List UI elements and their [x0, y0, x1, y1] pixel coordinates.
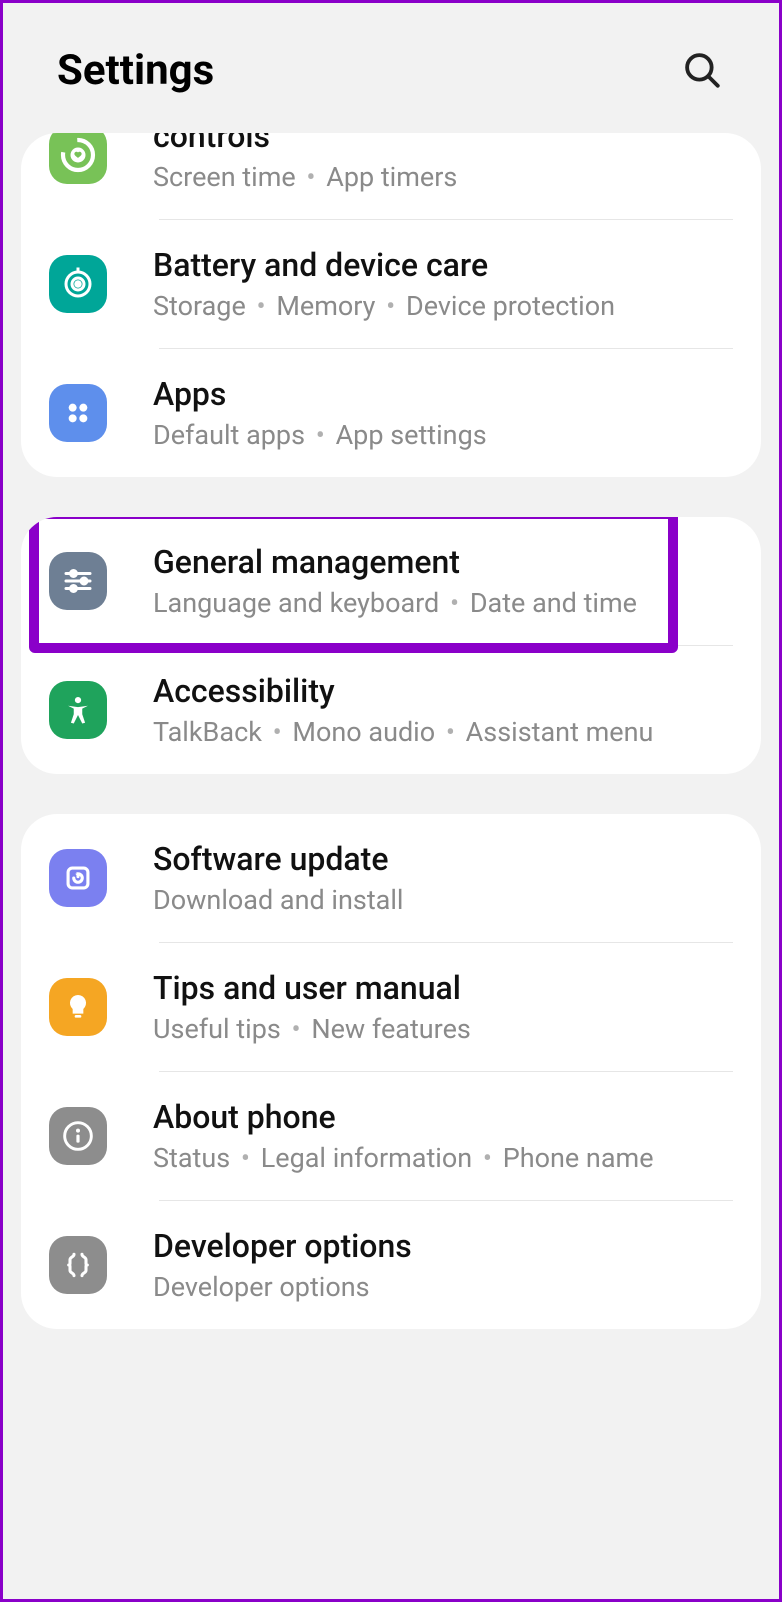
settings-item-wellbeing[interactable]: controls Screen time • App timers [21, 133, 761, 219]
update-icon [49, 849, 107, 907]
apps-icon [49, 384, 107, 442]
settings-item-text: General management Language and keyboard … [153, 543, 733, 619]
settings-item-text: Apps Default apps • App settings [153, 375, 733, 451]
settings-item-title: General management [153, 543, 733, 581]
battery-icon [49, 255, 107, 313]
settings-item-dev[interactable]: Developer options Developer options [21, 1201, 761, 1329]
page-title: Settings [57, 46, 214, 95]
tips-icon [49, 978, 107, 1036]
header: Settings [3, 3, 779, 133]
settings-item-subtitle: Useful tips • New features [153, 1013, 733, 1045]
settings-item-apps[interactable]: Apps Default apps • App settings [21, 349, 761, 477]
settings-item-text: Software update Download and install [153, 840, 733, 916]
settings-card: Software update Download and install Tips … [21, 814, 761, 1329]
settings-item-subtitle: Storage • Memory • Device protection [153, 290, 733, 322]
settings-item-about[interactable]: About phone Status • Legal information • … [21, 1072, 761, 1200]
settings-item-text: controls Screen time • App timers [153, 133, 733, 193]
settings-item-text: Battery and device care Storage • Memory … [153, 246, 733, 322]
settings-item-battery[interactable]: Battery and device care Storage • Memory … [21, 220, 761, 348]
wellbeing-icon [49, 133, 107, 184]
general-icon [49, 552, 107, 610]
settings-item-title: Tips and user manual [153, 969, 733, 1007]
settings-item-update[interactable]: Software update Download and install [21, 814, 761, 942]
search-icon [681, 49, 723, 91]
settings-item-text: About phone Status • Legal information • … [153, 1098, 733, 1174]
settings-item-title: Accessibility [153, 672, 733, 710]
settings-item-title: controls [153, 133, 733, 155]
settings-item-text: Developer options Developer options [153, 1227, 733, 1303]
dev-icon [49, 1236, 107, 1294]
settings-item-subtitle: TalkBack • Mono audio • Assistant menu [153, 716, 733, 748]
settings-card: General management Language and keyboard … [21, 517, 761, 774]
a11y-icon [49, 681, 107, 739]
settings-item-text: Tips and user manual Useful tips • New fe… [153, 969, 733, 1045]
settings-item-subtitle: Screen time • App timers [153, 161, 733, 193]
settings-item-title: Software update [153, 840, 733, 878]
settings-item-a11y[interactable]: Accessibility TalkBack • Mono audio • Ass… [21, 646, 761, 774]
settings-item-subtitle: Default apps • App settings [153, 419, 733, 451]
settings-item-subtitle: Status • Legal information • Phone name [153, 1142, 733, 1174]
settings-item-subtitle: Developer options [153, 1271, 733, 1303]
settings-item-subtitle: Download and install [153, 884, 733, 916]
settings-card: controls Screen time • App timers Battery … [21, 133, 761, 477]
settings-item-general[interactable]: General management Language and keyboard … [21, 517, 761, 645]
settings-item-subtitle: Language and keyboard • Date and time [153, 587, 733, 619]
about-icon [49, 1107, 107, 1165]
settings-item-text: Accessibility TalkBack • Mono audio • Ass… [153, 672, 733, 748]
settings-item-title: Developer options [153, 1227, 733, 1265]
settings-item-title: Battery and device care [153, 246, 733, 284]
settings-item-tips[interactable]: Tips and user manual Useful tips • New fe… [21, 943, 761, 1071]
settings-item-title: Apps [153, 375, 733, 413]
settings-item-title: About phone [153, 1098, 733, 1136]
search-button[interactable] [673, 41, 731, 99]
